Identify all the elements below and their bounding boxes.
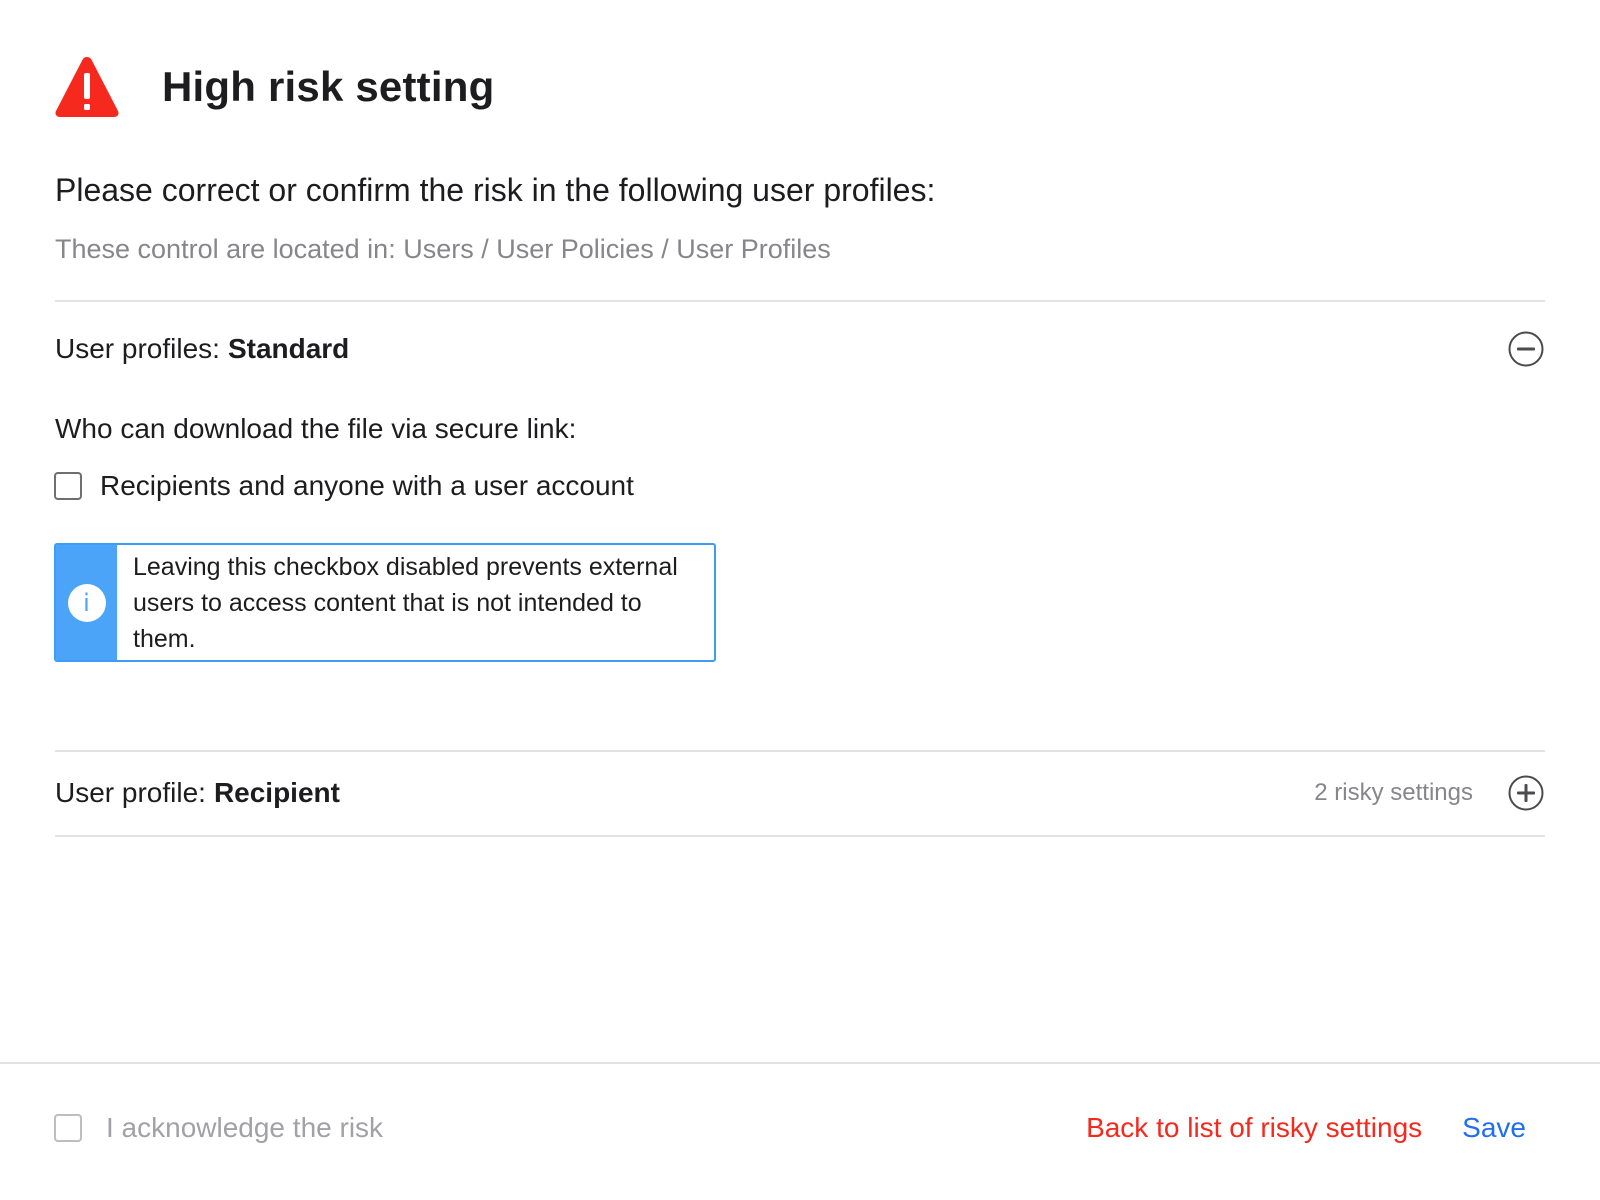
- info-stripe: i: [56, 545, 117, 660]
- profile-label: User profile: Recipient: [55, 777, 340, 808]
- divider: [55, 300, 1545, 302]
- profile-label: User profiles: Standard: [55, 333, 350, 364]
- recipients-checkbox[interactable]: [54, 472, 82, 500]
- settings-location: These control are located in: Users / Us…: [55, 234, 831, 264]
- profile-name: Standard: [227, 333, 350, 364]
- footer-divider: [0, 1062, 1600, 1064]
- collapse-minus-icon[interactable]: [1507, 330, 1545, 368]
- save-button[interactable]: Save: [1462, 1112, 1526, 1144]
- setting-question: Who can download the file via secure lin…: [55, 413, 577, 444]
- dialog-header: High risk setting: [54, 54, 494, 120]
- setting-option: Recipients and anyone with a user accoun…: [54, 468, 634, 504]
- divider: [55, 750, 1545, 752]
- high-risk-dialog: High risk setting Please correct or conf…: [0, 0, 1600, 1200]
- acknowledge-checkbox[interactable]: [54, 1114, 82, 1142]
- info-callout: i Leaving this checkbox disabled prevent…: [54, 543, 716, 662]
- dialog-footer: I acknowledge the risk Back to list of r…: [54, 1108, 1526, 1148]
- dialog-title: High risk setting: [162, 63, 495, 110]
- profile-row-recipient: User profile: Recipient 2 risky settings: [55, 768, 1545, 818]
- divider: [55, 835, 1545, 837]
- dialog-subtitle: Please correct or confirm the risk in th…: [55, 172, 936, 208]
- back-to-list-button[interactable]: Back to list of risky settings: [1086, 1112, 1422, 1144]
- expand-plus-icon[interactable]: [1507, 774, 1545, 812]
- profile-row-standard: User profiles: Standard: [55, 324, 1545, 374]
- info-text: Leaving this checkbox disabled prevents …: [133, 553, 678, 653]
- option-label: Recipients and anyone with a user accoun…: [100, 470, 634, 501]
- risky-count-badge: 2 risky settings: [1314, 779, 1473, 806]
- warning-triangle-icon: [55, 57, 119, 117]
- acknowledge-label: I acknowledge the risk: [106, 1112, 384, 1143]
- profile-name: Recipient: [213, 777, 340, 808]
- info-icon: i: [67, 583, 106, 622]
